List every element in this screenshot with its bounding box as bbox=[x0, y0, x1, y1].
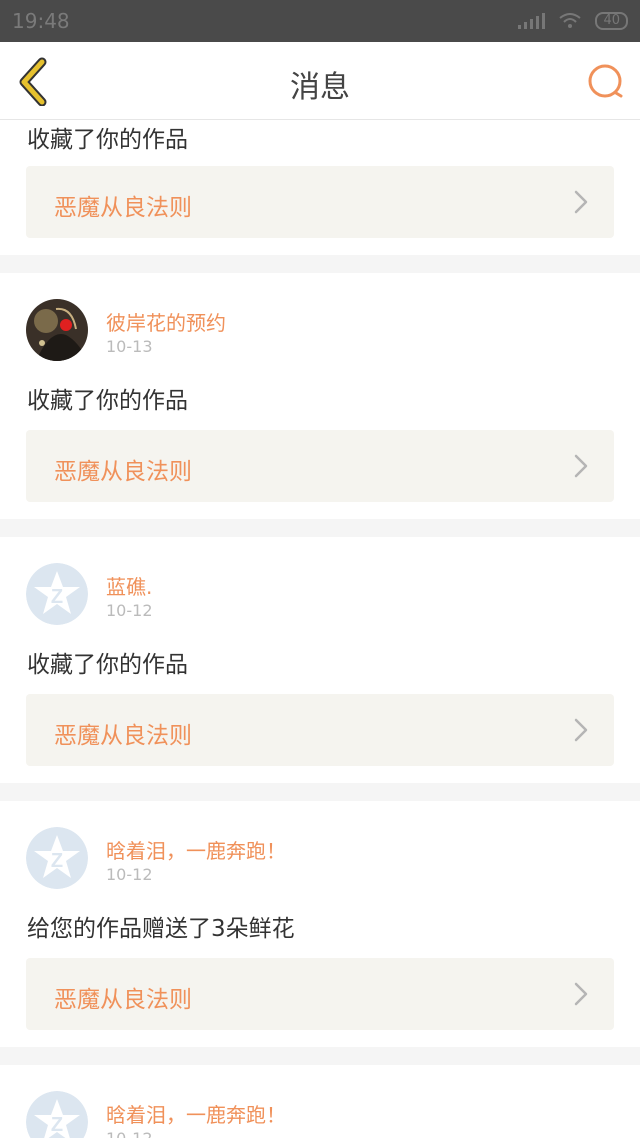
message-date: 10-12 bbox=[106, 865, 153, 884]
signal-icon bbox=[518, 13, 546, 29]
avatar[interactable]: Z bbox=[26, 827, 88, 889]
photo-avatar-icon bbox=[26, 299, 88, 361]
message-action-text: 收藏了你的作品 bbox=[27, 388, 188, 414]
chevron-right-icon bbox=[574, 718, 588, 742]
message-date: 10-12 bbox=[106, 601, 153, 620]
avatar[interactable]: Z bbox=[26, 563, 88, 625]
work-title: 恶魔从良法则 bbox=[54, 195, 192, 221]
work-link[interactable]: 恶魔从良法则 bbox=[26, 430, 614, 502]
work-title: 恶魔从良法则 bbox=[54, 987, 192, 1013]
svg-text:Z: Z bbox=[51, 1114, 63, 1136]
message-action-text: 收藏了你的作品 bbox=[27, 127, 188, 153]
message-card: 收藏了你的作品 恶魔从良法则 bbox=[0, 120, 640, 255]
avatar[interactable]: Z bbox=[26, 1091, 88, 1138]
message-card: 彼岸花的预约 10-13 收藏了你的作品 恶魔从良法则 bbox=[0, 273, 640, 519]
message-card: Z 晗着泪，一鹿奔跑！ 10-12 给您的作品赠送了3朵鲜花 恶魔从良法则 bbox=[0, 801, 640, 1047]
default-qzone-avatar-icon: Z bbox=[26, 563, 88, 625]
svg-text:Z: Z bbox=[51, 586, 63, 608]
message-date: 10-12 bbox=[106, 1129, 153, 1138]
message-card: Z 蓝礁. 10-12 收藏了你的作品 恶魔从良法则 bbox=[0, 537, 640, 783]
message-action-text: 给您的作品赠送了3朵鲜花 bbox=[27, 916, 295, 942]
username[interactable]: 蓝礁. bbox=[106, 571, 152, 600]
page-title: 消息 bbox=[290, 70, 350, 105]
username[interactable]: 晗着泪，一鹿奔跑！ bbox=[106, 835, 286, 864]
avatar[interactable] bbox=[26, 299, 88, 361]
message-date: 10-13 bbox=[106, 337, 153, 356]
chevron-right-icon bbox=[574, 454, 588, 478]
work-title: 恶魔从良法则 bbox=[54, 723, 192, 749]
search-icon bbox=[588, 64, 623, 98]
search-button[interactable] bbox=[586, 62, 626, 102]
default-qzone-avatar-icon: Z bbox=[26, 1091, 88, 1138]
default-qzone-avatar-icon: Z bbox=[26, 827, 88, 889]
wifi-icon bbox=[559, 13, 582, 28]
work-link[interactable]: 恶魔从良法则 bbox=[26, 694, 614, 766]
message-action-text: 收藏了你的作品 bbox=[27, 652, 188, 678]
message-card: Z 晗着泪，一鹿奔跑！ 10-12 bbox=[0, 1065, 640, 1138]
username[interactable]: 彼岸花的预约 bbox=[106, 307, 226, 336]
battery-indicator: 40 bbox=[595, 12, 628, 30]
chevron-right-icon bbox=[574, 190, 588, 214]
svg-text:Z: Z bbox=[51, 850, 63, 872]
status-icons: 40 bbox=[518, 12, 628, 30]
username[interactable]: 晗着泪，一鹿奔跑！ bbox=[106, 1099, 286, 1128]
work-link[interactable]: 恶魔从良法则 bbox=[26, 166, 614, 238]
nav-bar: 消息 bbox=[0, 42, 640, 120]
work-link[interactable]: 恶魔从良法则 bbox=[26, 958, 614, 1030]
status-time: 19:48 bbox=[12, 9, 70, 33]
status-bar: 19:48 40 bbox=[0, 0, 640, 42]
work-title: 恶魔从良法则 bbox=[54, 459, 192, 485]
chevron-right-icon bbox=[574, 982, 588, 1006]
message-list[interactable]: 收藏了你的作品 恶魔从良法则 彼岸花的预约 10-13 收藏了你的作品 恶魔从良… bbox=[0, 120, 640, 1138]
